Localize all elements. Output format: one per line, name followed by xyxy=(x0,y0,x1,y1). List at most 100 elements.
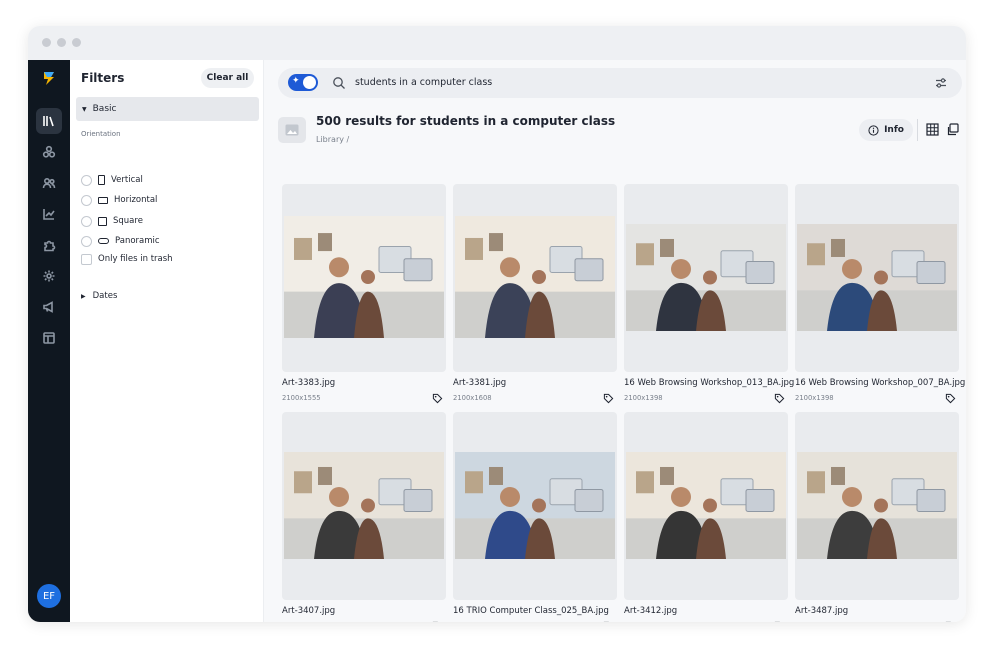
asset-photo xyxy=(284,216,444,338)
asset-photo xyxy=(455,216,615,338)
library-icon[interactable] xyxy=(36,108,62,134)
dates-section-toggle[interactable]: ▶ Dates xyxy=(81,291,117,301)
filters-panel: Filters Clear all ▼ Basic Orientation Ve… xyxy=(70,60,264,622)
asset-filename[interactable]: Art-3412.jpg xyxy=(624,606,677,616)
asset-thumbnail[interactable] xyxy=(453,184,617,372)
orientation-option-label: Square xyxy=(113,216,143,226)
asset-dimensions: 2100x1555 xyxy=(282,394,321,402)
asset-card[interactable]: 16 Web Browsing Workshop_013_BA.jpg 2100x… xyxy=(624,184,794,404)
panoramic-icon xyxy=(98,238,109,244)
basic-section-toggle[interactable]: ▼ Basic xyxy=(76,97,259,121)
apps-icon[interactable] xyxy=(36,139,62,165)
asset-card[interactable]: Art-3381.jpg 2100x1608 xyxy=(453,184,617,404)
asset-thumbnail[interactable] xyxy=(795,184,959,372)
asset-photo xyxy=(626,224,786,331)
asset-card[interactable]: Art-3407.jpg2100x1398 xyxy=(282,412,446,622)
dates-label: Dates xyxy=(92,291,118,301)
orientation-option-horizontal[interactable]: Horizontal xyxy=(81,193,157,207)
grid-view-icon[interactable] xyxy=(926,123,939,136)
collection-thumbnail xyxy=(278,117,306,143)
avatar[interactable]: EF xyxy=(37,584,61,608)
layout-icon[interactable] xyxy=(36,325,62,351)
asset-dimensions: 2100x1398 xyxy=(624,394,663,402)
asset-filename[interactable]: Art-3381.jpg xyxy=(453,378,506,388)
breadcrumb[interactable]: Library / xyxy=(316,135,349,144)
asset-photo xyxy=(626,452,786,559)
app-window: EF Filters Clear all ▼ Basic Orientation… xyxy=(28,26,966,622)
search-icon xyxy=(333,77,345,89)
settings-icon[interactable] xyxy=(36,263,62,289)
tag-icon[interactable] xyxy=(603,621,614,622)
asset-filename[interactable]: 16 Web Browsing Workshop_007_BA.jpg xyxy=(795,378,965,388)
orientation-option-label: Panoramic xyxy=(115,236,160,246)
orientation-option-label: Vertical xyxy=(111,175,143,185)
only-trash-option[interactable]: Only files in trash xyxy=(81,252,173,266)
main-content: ✦ students in a computer class 500 resul… xyxy=(264,60,966,622)
asset-thumbnail[interactable] xyxy=(624,184,788,372)
asset-photo xyxy=(797,224,957,331)
asset-thumbnail[interactable] xyxy=(624,412,788,600)
tag-icon[interactable] xyxy=(432,393,443,404)
asset-dimensions: 2100x1398 xyxy=(795,394,834,402)
square-icon xyxy=(98,216,107,226)
orientation-option-square[interactable]: Square xyxy=(81,214,143,228)
orientation-option-panoramic[interactable]: Panoramic xyxy=(81,234,160,248)
asset-card[interactable]: 16 Web Browsing Workshop_007_BA.jpg 2100x… xyxy=(795,184,965,404)
radio-button[interactable] xyxy=(81,235,92,247)
image-placeholder-icon xyxy=(285,124,299,136)
window-dot-minimize[interactable] xyxy=(57,38,66,47)
analytics-icon[interactable] xyxy=(36,201,62,227)
window-dot-close[interactable] xyxy=(42,38,51,47)
asset-filename[interactable]: Art-3487.jpg xyxy=(795,606,848,616)
asset-card[interactable]: Art-3412.jpg2100x1398 xyxy=(624,412,788,622)
asset-photo xyxy=(284,452,444,559)
tag-icon[interactable] xyxy=(774,393,785,404)
filter-settings-icon[interactable] xyxy=(934,76,948,90)
sparkle-icon: ✦ xyxy=(292,76,300,86)
asset-card[interactable]: Art-3487.jpg2100x1398 xyxy=(795,412,959,622)
tag-icon[interactable] xyxy=(945,393,956,404)
orientation-option-vertical[interactable]: Vertical xyxy=(81,173,143,187)
filters-title: Filters xyxy=(81,71,125,85)
radio-button[interactable] xyxy=(81,174,92,186)
toggle-knob xyxy=(303,76,316,89)
asset-filename[interactable]: Art-3407.jpg xyxy=(282,606,335,616)
announcements-icon[interactable] xyxy=(36,294,62,320)
asset-filename[interactable]: Art-3383.jpg xyxy=(282,378,335,388)
orientation-option-label: Horizontal xyxy=(114,195,158,205)
asset-photo xyxy=(797,452,957,559)
tag-icon[interactable] xyxy=(432,621,443,622)
asset-card[interactable]: Art-3383.jpg 2100x1555 xyxy=(282,184,446,404)
asset-filename[interactable]: 16 TRIO Computer Class_025_BA.jpg xyxy=(453,606,609,616)
asset-filename[interactable]: 16 Web Browsing Workshop_013_BA.jpg xyxy=(624,378,794,388)
integrations-icon[interactable] xyxy=(36,232,62,258)
asset-thumbnail[interactable] xyxy=(453,412,617,600)
asset-thumbnail[interactable] xyxy=(795,412,959,600)
ai-search-toggle[interactable]: ✦ xyxy=(288,74,318,91)
users-icon[interactable] xyxy=(36,170,62,196)
tag-icon[interactable] xyxy=(603,393,614,404)
asset-thumbnail[interactable] xyxy=(282,412,446,600)
brand-logo-icon[interactable] xyxy=(41,70,57,86)
info-label: Info xyxy=(884,125,904,135)
trash-checkbox[interactable] xyxy=(81,253,92,265)
window-titlebar xyxy=(28,26,966,60)
caret-down-icon: ▼ xyxy=(82,105,87,113)
clear-all-button[interactable]: Clear all xyxy=(201,68,254,88)
info-button[interactable]: Info xyxy=(859,119,913,141)
info-icon xyxy=(868,124,879,136)
tag-icon[interactable] xyxy=(774,621,785,622)
asset-card[interactable]: 16 TRIO Computer Class_025_BA.jpg2100x13… xyxy=(453,412,617,622)
radio-button[interactable] xyxy=(81,194,92,206)
tag-icon[interactable] xyxy=(945,621,956,622)
window-dot-maximize[interactable] xyxy=(72,38,81,47)
search-input[interactable]: students in a computer class xyxy=(355,77,492,88)
results-title: 500 results for students in a computer c… xyxy=(316,114,616,128)
orientation-label: Orientation xyxy=(81,130,121,138)
caret-right-icon: ▶ xyxy=(81,292,86,300)
asset-thumbnail[interactable] xyxy=(282,184,446,372)
nav-rail: EF xyxy=(28,60,70,622)
radio-button[interactable] xyxy=(81,215,92,227)
duplicates-icon[interactable] xyxy=(946,123,959,136)
landscape-icon xyxy=(98,196,108,204)
